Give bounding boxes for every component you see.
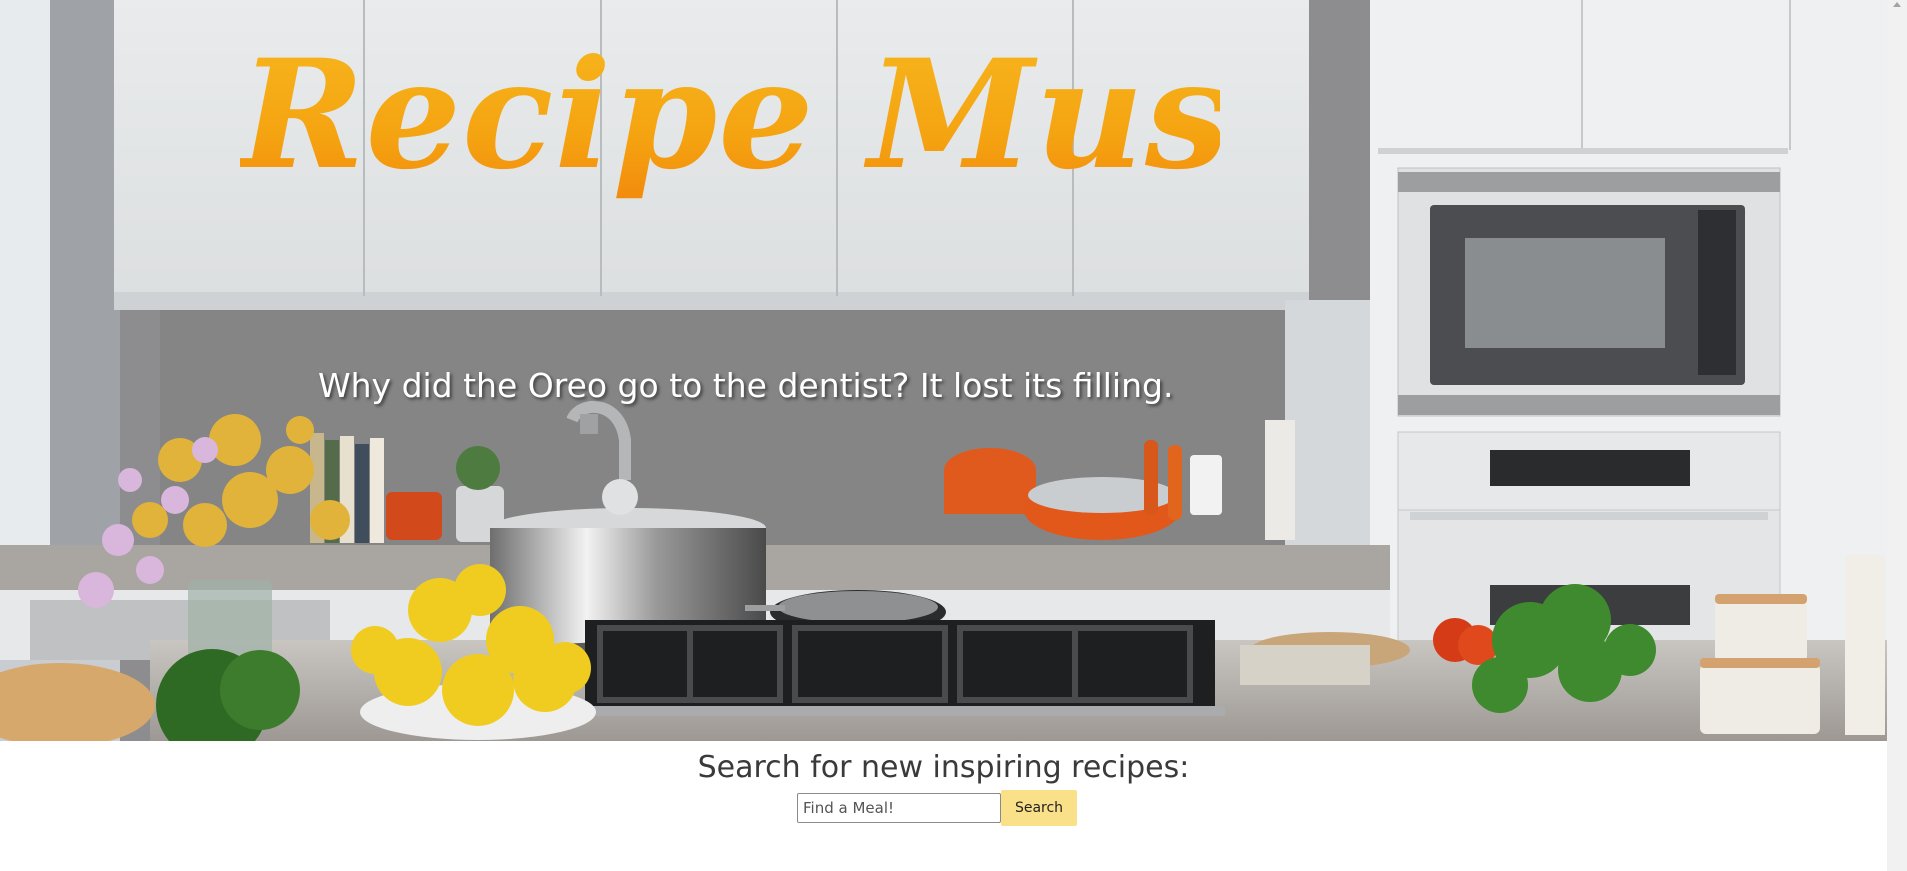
scroll-up-arrow-icon[interactable] (1893, 2, 1901, 7)
search-button[interactable]: Search (1001, 790, 1077, 826)
search-heading: Search for new inspiring recipes: (697, 750, 1190, 785)
hero-banner: Recipe Muse Why did the Oreo go to the d… (0, 0, 1887, 741)
page: Recipe Muse Why did the Oreo go to the d… (0, 0, 1907, 871)
hero-joke: Why did the Oreo go to the dentist? It l… (318, 366, 1174, 405)
search-input[interactable] (797, 793, 1001, 823)
search-section: Search for new inspiring recipes: Search (0, 741, 1887, 871)
search-form: Search (797, 790, 1077, 826)
vertical-scrollbar[interactable] (1887, 0, 1907, 871)
site-title: Recipe Muse (240, 20, 1326, 210)
